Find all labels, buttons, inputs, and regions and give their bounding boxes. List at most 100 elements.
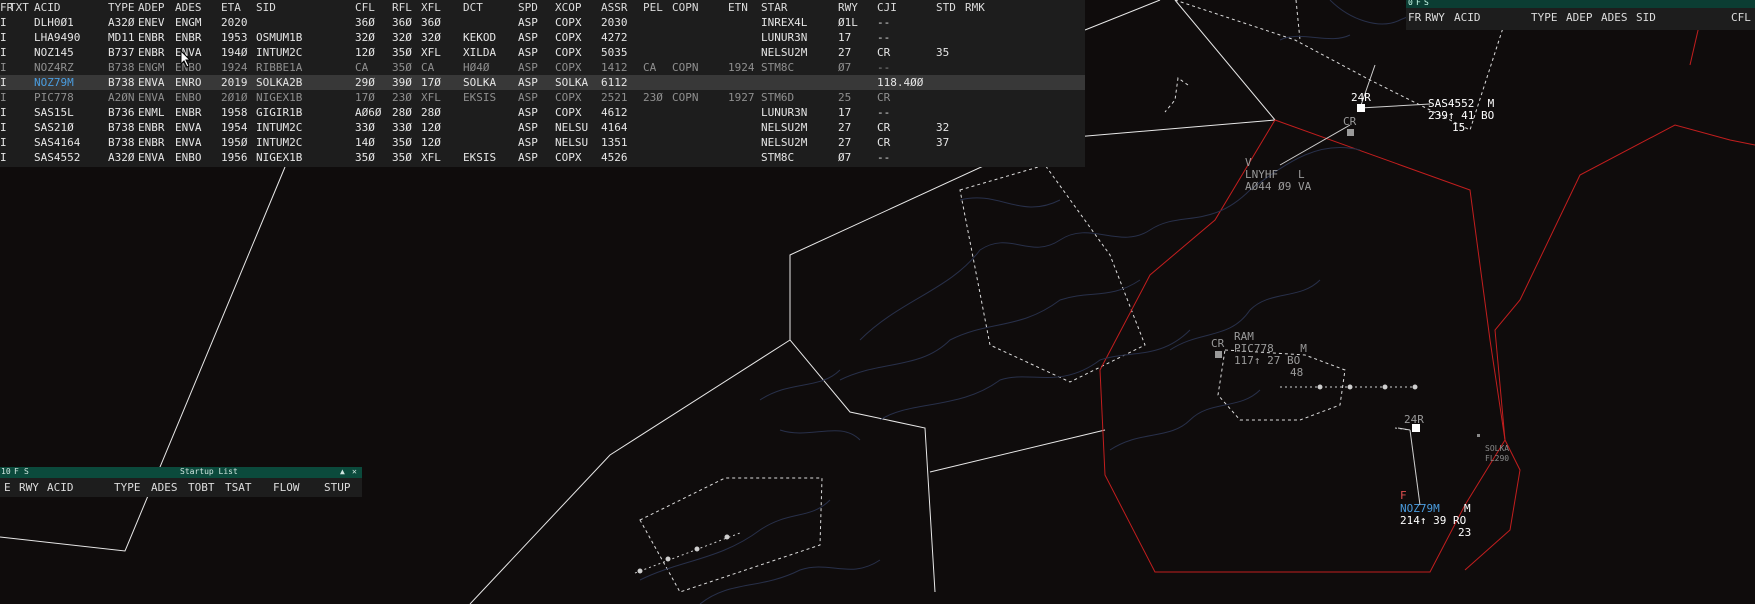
startup-col-tobt[interactable]: TOBT [188,481,215,494]
flight-list-col-txt[interactable]: TXT [9,1,29,14]
flight-cell-acid[interactable]: NOZ145 [34,46,74,59]
flight-cell-dct[interactable]: EKSIS [463,151,496,164]
flight-cell-cfl[interactable]: 33Ø [355,121,375,134]
flight-list-col-ades[interactable]: ADES [175,1,202,14]
flight-cell-acid[interactable]: LHA9490 [34,31,80,44]
flight-cell-xcop[interactable]: NELSU [555,121,588,134]
flight-cell-fr[interactable]: I [0,121,7,134]
flight-cell-cfl[interactable]: 14Ø [355,136,375,149]
flight-cell-type[interactable]: B738 [108,76,135,89]
flight-cell-acid[interactable]: NOZ4RZ [34,61,74,74]
noz79m-label-line2[interactable]: 214↑ 39 RO [1400,515,1466,527]
flight-cell-acid[interactable]: SAS21Ø [34,121,74,134]
flight-cell-eta[interactable]: 2020 [221,16,248,29]
seq-col-cfl[interactable]: CFL [1731,11,1751,24]
flight-cell-type[interactable]: B738 [108,136,135,149]
flight-cell-fr[interactable]: I [0,31,7,44]
flight-cell-sid[interactable]: SOLKA2B [256,76,302,89]
flight-cell-xcop[interactable]: COPX [555,151,582,164]
flight-list-row[interactable]: I SAS4552 A32Ø ENVA ENBO 1956 NIGEX1B 35Ø 35Ø XFL… [0,150,1085,165]
flight-cell-rwy[interactable]: 27 [838,46,851,59]
flight-cell-acid[interactable]: SAS4552 [34,151,80,164]
sas4552-label-line3[interactable]: 15 [1452,122,1465,134]
cr-symbol-top[interactable] [1347,129,1354,136]
seq-col-acid[interactable]: ACID [1454,11,1481,24]
flight-cell-xfl[interactable]: 17Ø [421,76,441,89]
startup-col-tsat[interactable]: TSAT [225,481,252,494]
flight-cell-cji[interactable]: -- [877,31,890,44]
flight-cell-spd[interactable]: ASP [518,46,538,59]
flight-cell-spd[interactable]: ASP [518,31,538,44]
flight-cell-star[interactable]: NELSU2M [761,136,807,149]
flight-cell-star[interactable]: INREX4L [761,16,807,29]
flight-cell-star[interactable]: STM8C [761,151,794,164]
flight-cell-assr[interactable]: 2521 [601,91,628,104]
flight-cell-rwy[interactable]: 27 [838,136,851,149]
flight-cell-assr[interactable]: 4272 [601,31,628,44]
flight-cell-fr[interactable]: I [0,91,7,104]
flight-cell-rfl[interactable]: 36Ø [392,16,412,29]
flight-cell-dct[interactable]: XILDA [463,46,496,59]
flight-list-col-xcop[interactable]: XCOP [555,1,582,14]
seq-col-ades[interactable]: ADES [1601,11,1628,24]
flight-cell-xfl[interactable]: 36Ø [421,16,441,29]
flight-cell-rfl[interactable]: 35Ø [392,151,412,164]
flight-cell-xcop[interactable]: NELSU [555,136,588,149]
flight-list[interactable]: FR TXT ACID TYPE ADEP ADES ETA SID CFL RFL XFL DCT S… [0,0,1085,167]
flight-cell-fr[interactable]: I [0,16,7,29]
startup-col-acid[interactable]: ACID [47,481,74,494]
flight-cell-cfl[interactable]: 29Ø [355,76,375,89]
flight-cell-fr[interactable]: I [0,46,7,59]
flight-list-col-rmk[interactable]: RMK [965,1,985,14]
flight-cell-ades[interactable]: ENBO [175,151,202,164]
flight-cell-rfl[interactable]: 35Ø [392,46,412,59]
pic778-symbol[interactable] [1215,351,1222,358]
flight-cell-copn[interactable]: COPN [672,61,699,74]
flight-cell-eta[interactable]: 1956 [221,151,248,164]
flight-cell-xcop[interactable]: COPX [555,91,582,104]
startup-expand-icon[interactable]: ▲ [340,467,345,476]
flight-cell-assr[interactable]: 2030 [601,16,628,29]
flight-cell-std[interactable]: 32 [936,121,949,134]
flight-cell-adep[interactable]: ENVA [138,151,165,164]
flight-cell-sid[interactable]: OSMUM1B [256,31,302,44]
flight-cell-adep[interactable]: ENEV [138,16,165,29]
flight-cell-type[interactable]: B738 [108,61,135,74]
flight-cell-fr[interactable]: I [0,76,7,89]
flight-list-col-xfl[interactable]: XFL [421,1,441,14]
flight-cell-star[interactable]: NELSU2M [761,121,807,134]
flight-cell-adep[interactable]: ENBR [138,136,165,149]
startup-col-ades[interactable]: ADES [151,481,178,494]
flight-cell-star[interactable]: LUNUR3N [761,31,807,44]
flight-cell-cji[interactable]: CR [877,46,890,59]
flight-cell-cji[interactable]: CR [877,121,890,134]
flight-cell-star[interactable]: STM6D [761,91,794,104]
flight-cell-rfl[interactable]: 33Ø [392,121,412,134]
flight-cell-eta[interactable]: 1924 [221,61,248,74]
flight-cell-fr[interactable]: I [0,61,7,74]
flight-cell-rwy[interactable]: Ø7 [838,61,851,74]
flight-cell-sid[interactable]: NIGEX1B [256,91,302,104]
flight-cell-eta[interactable]: 1958 [221,106,248,119]
flight-cell-sid[interactable]: GIGIR1B [256,106,302,119]
flight-list-col-cji[interactable]: CJI [877,1,897,14]
flight-cell-eta[interactable]: 2Ø1Ø [221,91,248,104]
flight-cell-xcop[interactable]: COPX [555,46,582,59]
flight-cell-rfl[interactable]: 35Ø [392,61,412,74]
flight-cell-pel[interactable]: 23Ø [643,91,663,104]
flight-cell-dct[interactable]: SOLKA [463,76,496,89]
flight-cell-type[interactable]: B737 [108,46,135,59]
flight-cell-ades[interactable]: ENVA [175,121,202,134]
flight-cell-cji[interactable]: CR [877,136,890,149]
flight-cell-star[interactable]: NELSU2M [761,46,807,59]
flight-cell-spd[interactable]: ASP [518,151,538,164]
flight-cell-xfl[interactable]: 12Ø [421,121,441,134]
seq-col-rwy[interactable]: RWY [1425,11,1445,24]
flight-cell-cfl[interactable]: CA [355,61,368,74]
seq-col-fr[interactable]: FR [1408,11,1421,24]
flight-cell-fr[interactable]: I [0,151,7,164]
flight-cell-spd[interactable]: ASP [518,121,538,134]
flight-cell-type[interactable]: A32Ø [108,16,135,29]
flight-list-col-star[interactable]: STAR [761,1,788,14]
flight-cell-dct[interactable]: KEKOD [463,31,496,44]
